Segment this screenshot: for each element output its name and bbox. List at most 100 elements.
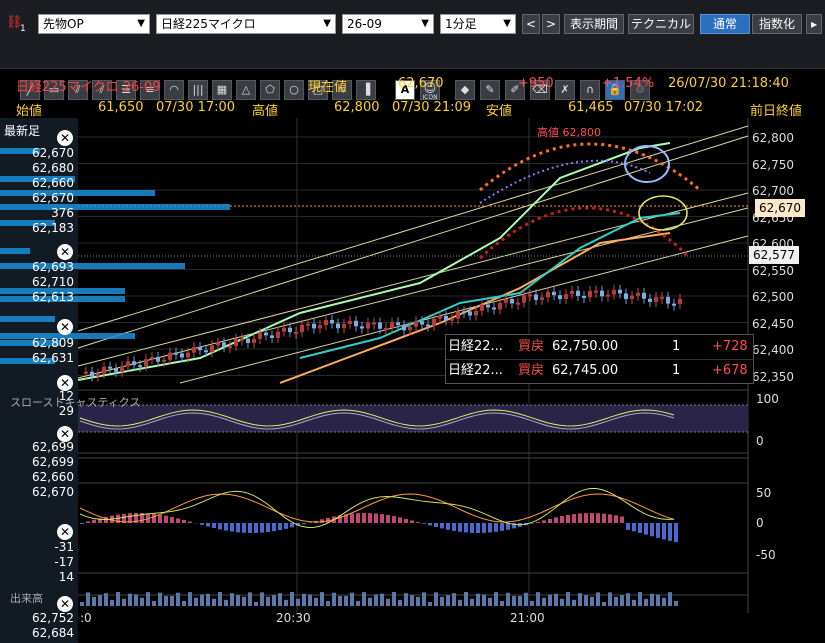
interval-select-value: 1分足 xyxy=(445,17,477,31)
link-icon[interactable]: ⛓ xyxy=(6,16,23,30)
volume-bar xyxy=(632,599,636,606)
price-axis-label: 62,750 xyxy=(752,157,794,172)
macd-bar xyxy=(434,523,438,527)
candle-body xyxy=(426,324,430,327)
candle-body xyxy=(540,297,544,300)
volume-bar xyxy=(380,593,384,606)
candle-body xyxy=(252,338,256,343)
stoch-label: スローストキャスティクス xyxy=(10,396,141,409)
macd-bar xyxy=(572,514,576,523)
normal-button[interactable]: 通常 xyxy=(700,14,750,34)
macd-bar xyxy=(188,521,192,523)
volume-bar xyxy=(158,592,162,606)
close-icon[interactable]: ✕ xyxy=(57,524,73,540)
macd-bar xyxy=(266,523,270,532)
technical-button[interactable]: テクニカル xyxy=(628,14,694,34)
candle-body xyxy=(660,296,664,299)
sidebar-value: -17 xyxy=(54,555,74,569)
candle-body xyxy=(186,352,190,358)
prev-button[interactable]: < xyxy=(522,14,540,34)
macd-bar xyxy=(248,523,252,533)
macd-bar xyxy=(272,523,276,532)
candle-body xyxy=(498,302,502,310)
position-row[interactable]: 日経22... 買戻 62,745.00 1 +678 xyxy=(446,359,753,383)
volume-bar xyxy=(332,592,336,606)
volume-bar xyxy=(662,597,666,606)
close-icon[interactable]: ✕ xyxy=(57,244,73,260)
macd-bar xyxy=(158,514,162,523)
macd-bar xyxy=(566,514,570,523)
open-time: 07/30 17:00 xyxy=(156,100,236,115)
close-icon[interactable]: ✕ xyxy=(57,319,73,335)
positions-table[interactable]: 日経22... 買戻 62,750.00 1 +728 日経22... 買戻 6… xyxy=(445,334,754,384)
volume-bar xyxy=(266,596,270,606)
volume-bar xyxy=(518,595,522,606)
macd-axis-50: 50 xyxy=(756,486,772,500)
candle-body xyxy=(108,366,112,369)
macd-bar xyxy=(170,517,174,523)
volume-bar xyxy=(542,597,546,606)
candle-body xyxy=(450,318,454,321)
interval-select[interactable]: 1分足 ▼ xyxy=(440,14,516,34)
volume-bar xyxy=(416,596,420,606)
candle-body xyxy=(90,371,94,377)
index-button[interactable]: 指数化 xyxy=(752,14,802,34)
symbol-select[interactable]: 日経225マイクロ ▼ xyxy=(156,14,336,34)
candle-body xyxy=(414,321,418,327)
prev-close-label: 前日終値 xyxy=(750,104,803,119)
volume-bar xyxy=(98,595,102,606)
depth-bar xyxy=(0,248,30,254)
time-axis-2030: 20:30 xyxy=(276,611,311,625)
macd-bar xyxy=(506,523,510,530)
macd-bar xyxy=(350,513,354,523)
macd-bar xyxy=(260,523,264,533)
time-axis-left: :0 xyxy=(80,611,92,625)
next-button[interactable]: > xyxy=(542,14,560,34)
market-select[interactable]: 先物OP ▼ xyxy=(38,14,150,34)
top-toolbar: ⛓ 1 先物OP ▼ 日経225マイクロ ▼ 26-09 ▼ 1分足 ▼ < >… xyxy=(0,0,825,38)
volume-bar xyxy=(638,592,642,606)
candle-body xyxy=(474,310,478,316)
drawing-toolbar: ╱ ▭ ⫽ ⫽ ☰ ≡ ◠ ||| ▦ △ ⬠ ○ □ ∿ ▐ A ☺ ICON … xyxy=(0,38,825,101)
open-label: 始値 xyxy=(16,104,43,119)
close-icon[interactable]: ✕ xyxy=(57,130,73,146)
price-axis-label: 62,550 xyxy=(752,263,794,278)
position-row[interactable]: 日経22... 買戻 62,750.00 1 +728 xyxy=(446,335,753,360)
volume-bar xyxy=(398,599,402,606)
volume-bar xyxy=(602,601,606,606)
volume-bar xyxy=(80,602,84,606)
candle-body xyxy=(276,331,280,338)
more-button[interactable]: ▸ xyxy=(806,14,822,34)
sidebar-value: 62,660 xyxy=(32,470,74,484)
candle-body xyxy=(114,368,118,372)
volume-bar xyxy=(308,594,312,606)
price-axis-label: 62,350 xyxy=(752,369,794,384)
volume-bar xyxy=(434,592,438,606)
volume-bar xyxy=(170,595,174,606)
macd-bar xyxy=(488,523,492,533)
candle-body xyxy=(198,346,202,351)
volume-bar xyxy=(530,600,534,606)
candle-body xyxy=(300,324,304,332)
candle-body xyxy=(336,323,340,329)
volume-bar xyxy=(206,593,210,606)
candle-body xyxy=(348,320,352,324)
datetime: 26/07/30 21:18:40 xyxy=(668,76,789,91)
volume-bar xyxy=(428,601,432,606)
position-side: 買戻 xyxy=(518,339,545,354)
header-row-2: 始値 61,650 07/30 17:00 高値 62,800 07/30 21… xyxy=(0,100,825,120)
contract-select[interactable]: 26-09 ▼ xyxy=(342,14,434,34)
display-period-button[interactable]: 表示期間 xyxy=(564,14,624,34)
candle-body xyxy=(144,359,148,367)
close-icon[interactable]: ✕ xyxy=(57,596,73,612)
change-percent: +1.54% xyxy=(602,76,655,91)
candle-body xyxy=(528,294,532,297)
volume-bar xyxy=(392,592,396,606)
candle-body xyxy=(342,323,346,329)
volume-bar xyxy=(128,593,132,606)
macd-bar xyxy=(584,513,588,523)
sidebar-value: 62,631 xyxy=(32,351,74,365)
volume-bar xyxy=(278,593,282,606)
candle-body xyxy=(486,304,490,308)
candle-body xyxy=(432,318,436,326)
